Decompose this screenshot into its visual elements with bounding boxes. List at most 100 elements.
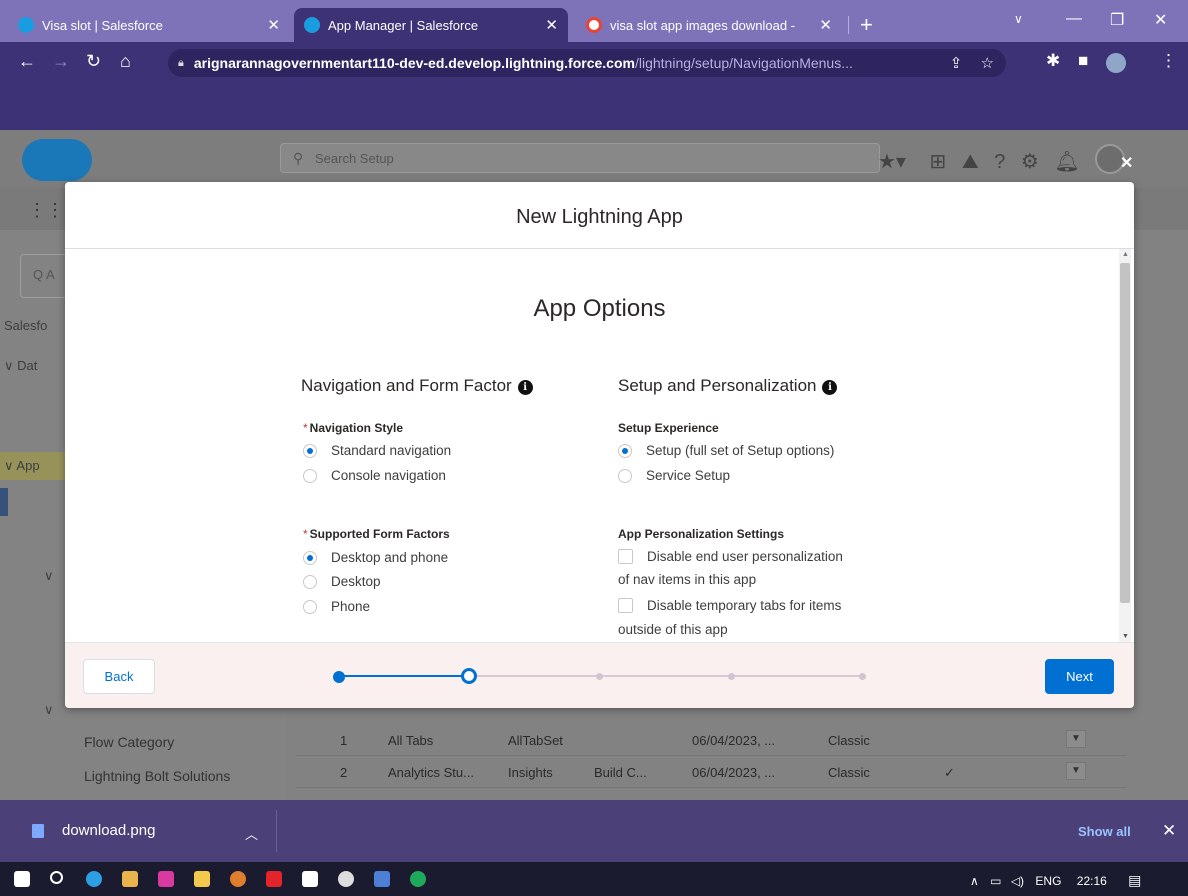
checkbox-disable-personalization[interactable]: Disable end user personalization [618, 549, 843, 564]
progress-step[interactable] [596, 673, 603, 680]
app-icon[interactable] [194, 871, 210, 887]
info-icon[interactable]: i [517, 380, 533, 395]
radio-standard-navigation[interactable]: Standard navigation [303, 443, 451, 458]
row-actions-dropdown[interactable]: ▼ [1066, 730, 1086, 748]
image-file-icon [32, 824, 44, 838]
table-row[interactable]: 1 All Tabs AllTabSet 06/04/2023, ... Cla… [296, 724, 1126, 756]
radio-full-setup[interactable]: Setup (full set of Setup options) [618, 443, 834, 458]
sidebar-chevron-icon[interactable]: ∨ [44, 568, 54, 584]
store-icon[interactable] [302, 871, 318, 887]
file-explorer-icon[interactable] [122, 871, 138, 887]
tab-title: visa slot app images download - [610, 17, 795, 33]
app-icon[interactable] [410, 871, 426, 887]
scroll-down-arrow-icon[interactable]: ▼ [1122, 633, 1129, 640]
modal-scrollbar[interactable]: ▲ ▼ [1119, 249, 1131, 642]
tab-close-icon[interactable]: ✕ [819, 16, 832, 34]
back-arrow-icon[interactable]: ← [18, 51, 36, 72]
radio-button[interactable] [303, 599, 317, 614]
checkbox[interactable] [618, 549, 633, 564]
instagram-icon[interactable] [158, 871, 174, 887]
tab-close-icon[interactable]: ✕ [545, 16, 558, 34]
downloads-close-icon[interactable]: ✕ [1162, 821, 1176, 841]
checkbox-disable-temporary-tabs[interactable]: Disable temporary tabs for items [618, 598, 841, 613]
info-icon[interactable]: i [822, 380, 838, 395]
table-row[interactable]: 2 Analytics Stu... Insights Build C... 0… [296, 756, 1126, 788]
mail-icon[interactable] [374, 871, 390, 887]
home-icon[interactable]: ⌂ [120, 51, 131, 72]
radio-service-setup[interactable]: Service Setup [618, 468, 730, 483]
trailhead-icon[interactable]: ⛰ [962, 151, 979, 173]
heading-text: Navigation and Form Factor [301, 376, 512, 395]
search-icon[interactable] [50, 871, 63, 884]
new-tab-button[interactable]: + [860, 12, 873, 38]
modal-title: New Lightning App [65, 182, 1134, 249]
radio-desktop-and-phone[interactable]: Desktop and phone [303, 550, 448, 565]
download-file-name[interactable]: download.png [62, 822, 155, 839]
reload-icon[interactable]: ↻ [86, 51, 101, 72]
url-host: arignarannagovernmentart110-dev-ed.devel… [193, 55, 635, 71]
sidebar-item-lightning-bolt[interactable]: Lightning Bolt Solutions [84, 768, 230, 784]
global-actions-icon[interactable]: ⊞ [930, 151, 947, 173]
favorites-star-icon[interactable]: ★▾ [878, 151, 906, 173]
tab-close-icon[interactable]: ✕ [267, 16, 280, 34]
progress-step-current[interactable] [461, 668, 477, 684]
share-icon[interactable]: ⇪ [950, 55, 963, 72]
next-button[interactable]: Next [1045, 659, 1114, 694]
scroll-up-arrow-icon[interactable]: ▲ [1122, 251, 1129, 258]
browser-menu-icon[interactable]: ⋮ [1160, 51, 1177, 71]
sidebar-item-apps[interactable]: ∨ App [4, 458, 40, 474]
chevron-up-icon[interactable]: ︿ [245, 824, 258, 843]
tab-google-search[interactable]: visa slot app images download - ✕ [576, 8, 842, 42]
radio-button[interactable] [303, 443, 317, 458]
progress-step[interactable] [859, 673, 866, 680]
radio-console-navigation[interactable]: Console navigation [303, 468, 446, 483]
language-indicator[interactable]: ENG [1035, 874, 1061, 888]
sidebar-item-data[interactable]: ∨ Dat [4, 358, 37, 374]
tab-app-manager[interactable]: App Manager | Salesforce ✕ [294, 8, 568, 42]
minimize-icon[interactable]: — [1066, 10, 1082, 28]
setup-search-input[interactable]: ⚲ Search Setup [280, 143, 880, 173]
tab-divider [848, 16, 849, 34]
radio-button[interactable] [618, 443, 632, 458]
modal-close-icon[interactable]: ✕ [1120, 153, 1133, 173]
radio-button[interactable] [303, 468, 317, 483]
tab-visa-slot[interactable]: Visa slot | Salesforce ✕ [8, 8, 290, 42]
radio-button[interactable] [303, 574, 317, 589]
checkbox[interactable] [618, 598, 633, 613]
scrollbar-thumb[interactable] [1120, 263, 1130, 603]
row-number: 1 [340, 733, 348, 748]
network-icon[interactable]: ▭ [990, 874, 1001, 888]
progress-step-completed-icon[interactable] [333, 671, 345, 683]
sidebar-chevron-icon[interactable]: ∨ [44, 702, 54, 718]
side-panel-icon[interactable]: ■ [1078, 51, 1088, 71]
help-icon[interactable]: ? [994, 151, 1005, 173]
restore-icon[interactable]: ❐ [1110, 10, 1124, 30]
edge-browser-icon[interactable] [86, 871, 102, 887]
back-button[interactable]: Back [83, 659, 155, 694]
row-actions-dropdown[interactable]: ▼ [1066, 762, 1086, 780]
chrome-icon[interactable] [230, 871, 246, 887]
bookmark-star-icon[interactable]: ☆ [981, 55, 994, 72]
notifications-bell-icon[interactable]: 🔔︎ [1054, 151, 1079, 173]
radio-phone[interactable]: Phone [303, 599, 370, 614]
windows-start-icon[interactable] [14, 871, 30, 887]
setup-gear-icon[interactable]: ⚙ [1021, 151, 1039, 173]
tab-search-chevron-icon[interactable]: ∨ [1014, 12, 1023, 26]
chevron-up-icon[interactable]: ∧ [970, 874, 979, 888]
window-close-icon[interactable]: ✕ [1154, 10, 1167, 30]
settings-gear-icon[interactable] [338, 871, 354, 887]
volume-icon[interactable]: ◁) [1011, 874, 1024, 888]
clock-time[interactable]: 22:16 [1077, 874, 1107, 888]
sidebar-item-flow-category[interactable]: Flow Category [84, 734, 174, 750]
radio-button[interactable] [618, 468, 632, 483]
url-bar[interactable]: 🔒︎ arignarannagovernmentart110-dev-ed.de… [168, 49, 1006, 77]
radio-desktop[interactable]: Desktop [303, 574, 381, 589]
profile-avatar-icon[interactable] [1106, 53, 1126, 73]
show-all-link[interactable]: Show all [1078, 824, 1131, 839]
notifications-icon[interactable]: ▤ [1128, 872, 1141, 888]
extensions-puzzle-icon[interactable]: ✱ [1046, 51, 1060, 71]
progress-step[interactable] [728, 673, 735, 680]
radio-button[interactable] [303, 550, 317, 565]
youtube-icon[interactable] [266, 871, 282, 887]
forward-arrow-icon[interactable]: → [52, 51, 70, 72]
